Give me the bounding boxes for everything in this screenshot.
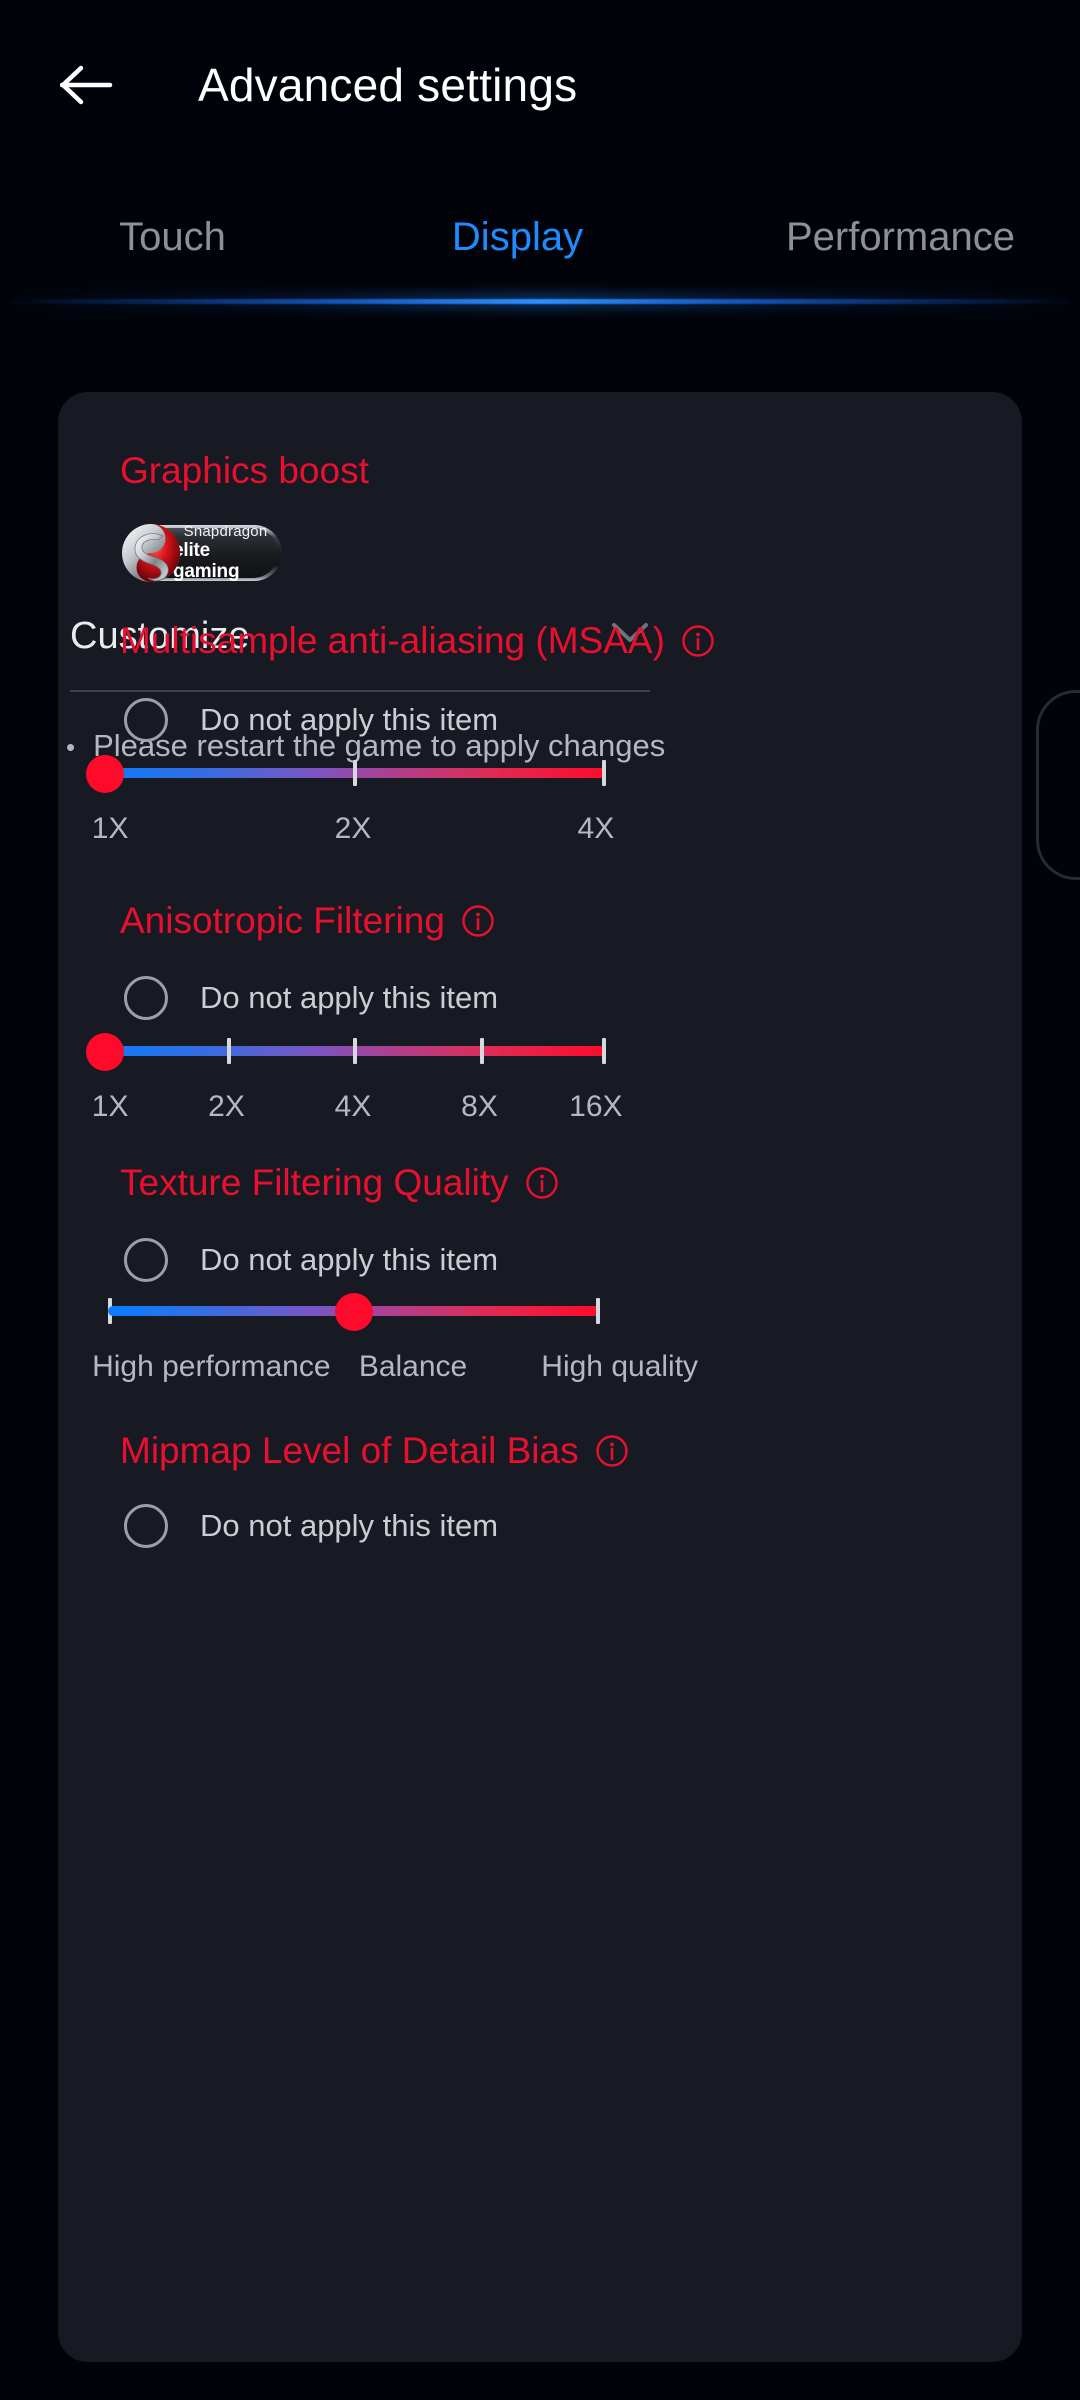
texture-filtering-label: Texture Filtering Quality (120, 1162, 509, 1203)
msaa-label-4x: 4X (577, 812, 615, 845)
anisotropic-tick-4x (353, 1038, 357, 1064)
section-title-texture-filtering: Texture Filtering Quality (120, 1162, 559, 1204)
tab-display[interactable]: Display (345, 175, 690, 300)
info-circle-icon[interactable] (525, 1166, 559, 1200)
radio-circle-icon[interactable] (124, 1504, 168, 1548)
radio-circle-icon[interactable] (124, 698, 168, 742)
texture-filtering-label-high-performance: High performance (92, 1350, 331, 1383)
texture-filtering-tick-end (596, 1298, 600, 1324)
back-button[interactable] (44, 42, 130, 128)
badge-line1: Snapdragon (183, 523, 268, 540)
info-circle-icon[interactable] (681, 624, 715, 658)
anisotropic-label: Anisotropic Filtering (120, 900, 445, 941)
anisotropic-tick-8x (479, 1038, 484, 1064)
arrow-left-icon (60, 65, 113, 105)
mipmap-label: Mipmap Level of Detail Bias (120, 1430, 579, 1471)
edge-panel-handle[interactable] (1036, 690, 1080, 880)
badge-line2: elite gaming (173, 540, 240, 582)
anisotropic-label-8x: 8X (461, 1090, 498, 1123)
anisotropic-slider-labels: 1X 2X 4X 8X 16X (92, 1090, 623, 1130)
hint-bullet: • (66, 732, 76, 762)
app-header: Advanced settings (0, 0, 1080, 170)
tab-underline (0, 299, 1080, 304)
msaa-tick-4x (602, 760, 606, 786)
anisotropic-tick-2x (226, 1038, 231, 1064)
texture-filtering-do-not-apply-radio[interactable]: Do not apply this item (124, 1238, 498, 1282)
msaa-do-not-apply-radio[interactable]: Do not apply this item (124, 698, 498, 742)
section-title-anisotropic: Anisotropic Filtering (120, 900, 495, 942)
snapdragon-logo-icon (122, 524, 180, 582)
anisotropic-label-4x: 4X (334, 1090, 372, 1123)
section-title-msaa: Multisample anti-aliasing (MSAA) (120, 620, 715, 662)
tab-performance[interactable]: Performance (690, 175, 1080, 300)
texture-filtering-slider-thumb[interactable] (335, 1293, 373, 1331)
display-settings-card: Graphics boost Snapdragon elite gaming C… (58, 392, 1022, 2362)
anisotropic-do-not-apply-radio[interactable]: Do not apply this item (124, 976, 498, 1020)
tab-bar: Touch Display Performance (0, 175, 1080, 300)
texture-filtering-slider-labels: High performance Balance High quality (92, 1350, 698, 1390)
page-title: Advanced settings (198, 59, 578, 111)
msaa-slider-thumb[interactable] (86, 755, 124, 793)
advanced-settings-screen: Advanced settings Touch Display Performa… (0, 0, 1080, 2400)
msaa-tick-2x (353, 760, 357, 786)
anisotropic-tick-16x (602, 1038, 606, 1064)
texture-filtering-label-balance: Balance (358, 1350, 468, 1383)
anisotropic-label-16x: 16X (569, 1090, 623, 1123)
anisotropic-label-1x: 1X (91, 1090, 129, 1123)
msaa-label-1x: 1X (91, 812, 129, 845)
dropdown-underline (70, 690, 650, 692)
texture-filtering-label-high-quality: High quality (541, 1350, 699, 1383)
msaa-label-2x: 2X (334, 812, 372, 845)
mipmap-do-not-apply-radio[interactable]: Do not apply this item (124, 1504, 498, 1548)
snapdragon-elite-gaming-badge: Snapdragon elite gaming (120, 522, 282, 584)
anisotropic-label-2x: 2X (208, 1090, 245, 1123)
msaa-label: Multisample anti-aliasing (MSAA) (120, 620, 665, 661)
texture-filtering-radio-label: Do not apply this item (200, 1242, 499, 1277)
msaa-slider-labels: 1X 2X 4X (92, 812, 614, 852)
section-title-graphics-boost: Graphics boost (120, 450, 369, 492)
graphics-boost-label: Graphics boost (120, 450, 369, 491)
mipmap-radio-label: Do not apply this item (200, 1508, 499, 1543)
info-circle-icon[interactable] (595, 1434, 629, 1468)
tab-touch[interactable]: Touch (0, 175, 345, 300)
radio-circle-icon[interactable] (124, 976, 168, 1020)
msaa-radio-label: Do not apply this item (200, 702, 499, 737)
info-circle-icon[interactable] (461, 904, 495, 938)
anisotropic-radio-label: Do not apply this item (200, 980, 499, 1015)
radio-circle-icon[interactable] (124, 1238, 168, 1282)
anisotropic-slider-thumb[interactable] (86, 1033, 124, 1071)
section-title-mipmap: Mipmap Level of Detail Bias (120, 1430, 629, 1472)
